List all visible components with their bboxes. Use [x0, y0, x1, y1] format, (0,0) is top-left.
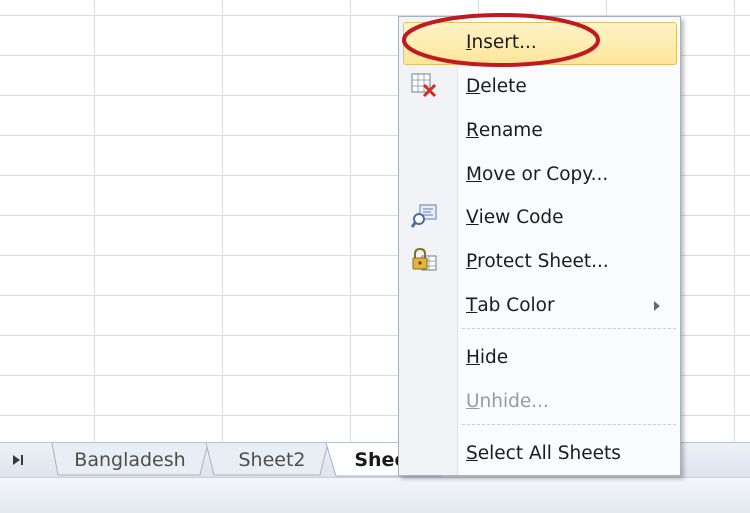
menu-label-accelerator: R [466, 119, 479, 141]
menu-item-insert[interactable]: Insert... [458, 22, 676, 62]
submenu-arrow-icon [650, 299, 664, 313]
protect-sheet-icon [406, 242, 442, 278]
menu-item-delete[interactable]: Delete [458, 66, 676, 106]
sheet-tab-bangladesh[interactable]: Bangladesh [60, 443, 200, 477]
sheet-tab-label: Sheet2 [238, 449, 306, 471]
menu-label-accelerator: U [466, 390, 480, 412]
menu-label-accelerator: S [466, 442, 478, 464]
menu-item-hide[interactable]: Hide [458, 337, 676, 377]
menu-label-rest: ove or Copy... [481, 163, 609, 185]
menu-label-rest: elete [480, 75, 527, 97]
menu-label-rest: nsert... [471, 31, 537, 53]
menu-label-accelerator: T [466, 294, 478, 316]
sheet-tab-sheet2[interactable]: Sheet2 [216, 443, 328, 477]
menu-label-rest: rotect Sheet... [477, 250, 609, 272]
menu-label-rest: elect All Sheets [477, 442, 621, 464]
menu-item-tab-color[interactable]: Tab Color [458, 285, 676, 325]
menu-label-accelerator: D [466, 75, 481, 97]
status-bar [0, 477, 750, 513]
menu-label-rest: nhide... [479, 390, 549, 412]
menu-item-move-or-copy[interactable]: Move or Copy... [458, 154, 676, 194]
sheet-tab-label: Bangladesh [74, 449, 186, 471]
menu-item-view-code[interactable]: View Code [458, 197, 676, 237]
menu-label-rest: ab Color [477, 294, 555, 316]
menu-label-accelerator: V [466, 206, 479, 228]
menu-label-accelerator: P [466, 250, 478, 272]
menu-separator [462, 328, 676, 329]
menu-label-rest: ename [478, 119, 543, 141]
view-code-icon [406, 198, 442, 234]
menu-label-rest: iew Code [478, 206, 564, 228]
menu-item-select-all-sheets[interactable]: Select All Sheets [458, 433, 676, 473]
menu-item-rename[interactable]: Rename [458, 110, 676, 150]
menu-item-protect-sheet[interactable]: Protect Sheet... [458, 241, 676, 281]
delete-sheet-icon [406, 67, 442, 103]
menu-label-rest: ide [479, 346, 509, 368]
menu-item-unhide: Unhide... [458, 381, 676, 421]
last-sheet-nav-icon[interactable] [6, 451, 32, 469]
menu-separator [462, 424, 676, 425]
menu-label-accelerator: M [466, 163, 482, 185]
menu-label-accelerator: H [466, 346, 480, 368]
